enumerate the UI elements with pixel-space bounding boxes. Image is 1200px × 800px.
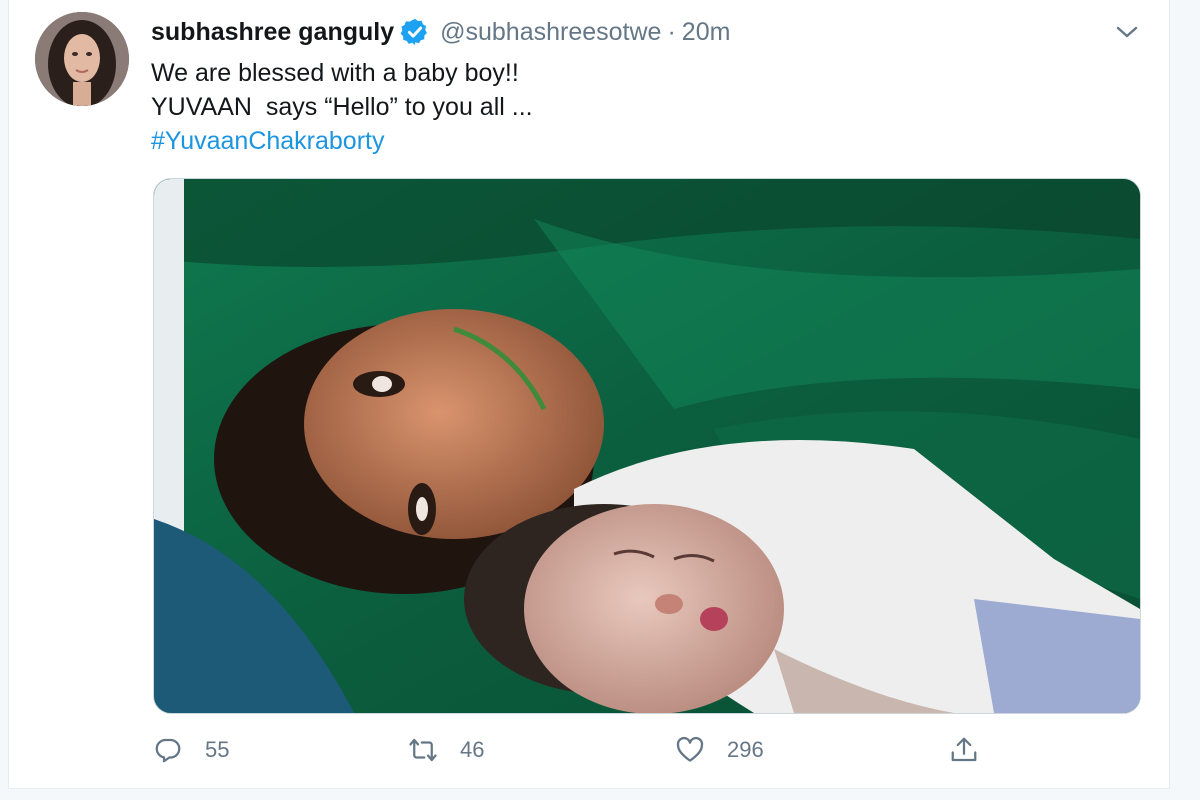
- retweet-button[interactable]: 46: [408, 730, 484, 770]
- hashtag-link[interactable]: #YuvaanChakraborty: [151, 124, 1129, 158]
- tweet-card[interactable]: subhashree ganguly @subhashreesotwe · 20…: [8, 0, 1170, 789]
- photo-image: [154, 179, 1140, 713]
- retweet-count: 46: [460, 737, 485, 762]
- tweet-line-1: We are blessed with a baby boy!!: [151, 59, 519, 87]
- tweet-header: subhashree ganguly @subhashreesotwe · 20…: [151, 16, 1129, 48]
- like-button[interactable]: 296: [675, 730, 764, 770]
- chevron-down-icon[interactable]: [1115, 22, 1139, 42]
- separator-dot: ·: [667, 17, 676, 46]
- avatar-image: [35, 12, 129, 106]
- reply-icon: [153, 735, 183, 765]
- reply-button[interactable]: 55: [153, 730, 229, 770]
- tweet-line-2: YUVAAN says “Hello” to you all ...: [151, 93, 533, 121]
- retweet-icon: [408, 735, 438, 765]
- author-handle[interactable]: @subhashreesotwe: [440, 18, 661, 47]
- like-count: 296: [727, 737, 764, 762]
- tweet-text: We are blessed with a baby boy!! YUVAAN …: [151, 56, 1129, 158]
- heart-icon: [675, 735, 705, 765]
- share-button[interactable]: [949, 730, 979, 770]
- tweet-timestamp[interactable]: 20m: [682, 18, 731, 47]
- share-icon: [949, 735, 979, 765]
- reply-count: 55: [205, 737, 230, 762]
- tweet-actions: 55 46 296: [153, 730, 993, 770]
- author-name[interactable]: subhashree ganguly: [151, 18, 394, 47]
- tweet-photo[interactable]: [153, 178, 1141, 714]
- verified-badge-icon: [400, 17, 430, 47]
- avatar[interactable]: [35, 12, 129, 106]
